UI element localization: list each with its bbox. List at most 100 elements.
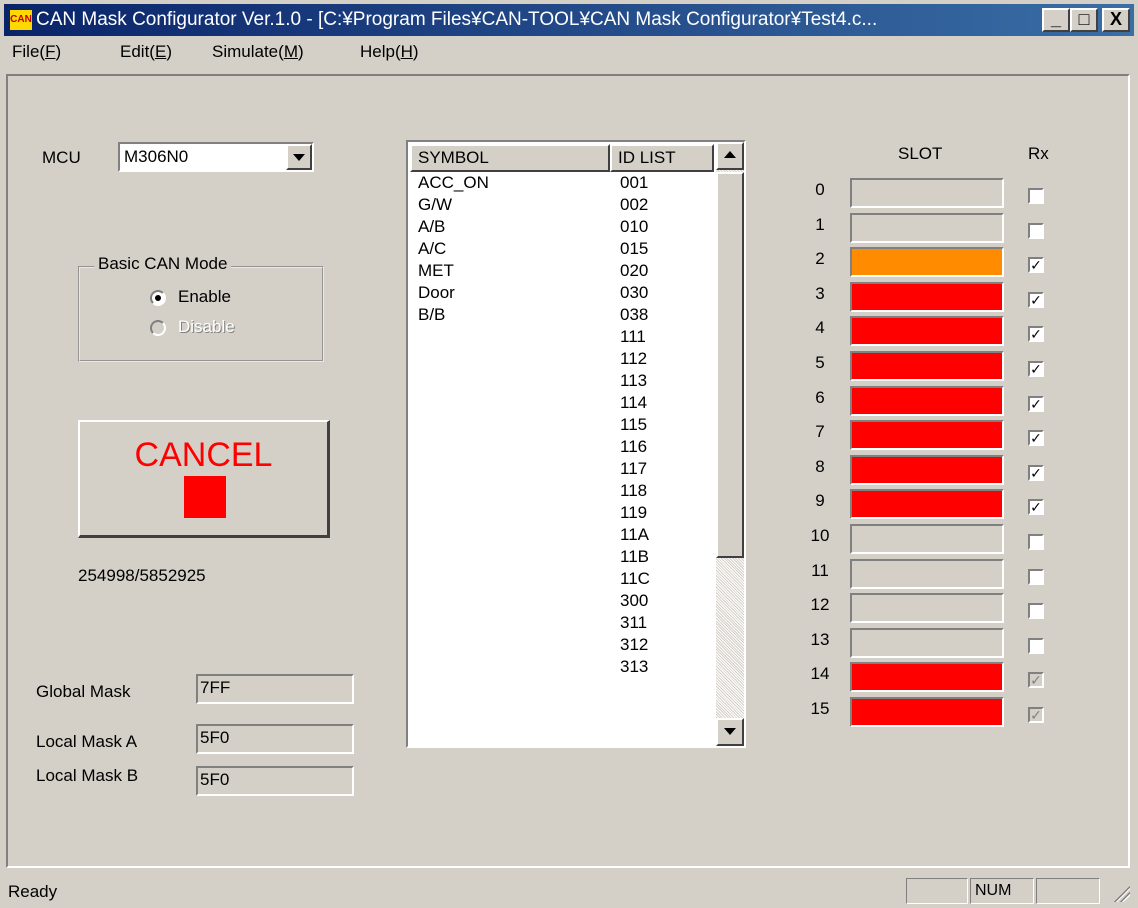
slot-number: 13 xyxy=(810,629,830,649)
id-item[interactable]: 118 xyxy=(620,480,650,502)
rx-checkbox[interactable]: ✓ xyxy=(1028,257,1044,274)
id-item[interactable]: 11B xyxy=(620,546,650,568)
app-window: CAN CAN Mask Configurator Ver.1.0 - [C:¥… xyxy=(0,0,1138,908)
id-item[interactable]: 116 xyxy=(620,436,650,458)
app-icon: CAN xyxy=(10,10,32,30)
symbol-item[interactable]: MET xyxy=(418,260,489,282)
id-column: 001 002 010 015 020 030 038 111 112 113 114 115 116 1… xyxy=(620,172,650,678)
slot-number: 6 xyxy=(815,387,825,407)
resize-grip-icon[interactable] xyxy=(1112,884,1130,902)
symbol-item[interactable]: ACC_ON xyxy=(418,172,489,194)
id-item[interactable]: 010 xyxy=(620,216,650,238)
id-item[interactable]: 111 xyxy=(620,326,650,348)
minimize-button[interactable]: _ xyxy=(1042,8,1070,32)
id-item[interactable]: 113 xyxy=(620,370,650,392)
id-item[interactable]: 117 xyxy=(620,458,650,480)
scroll-thumb[interactable] xyxy=(716,172,744,558)
slot-bar xyxy=(850,351,1004,381)
rx-checkbox[interactable]: ✓ xyxy=(1028,499,1044,516)
rx-checkbox[interactable] xyxy=(1028,222,1044,239)
slot-header: SLOT xyxy=(898,144,943,163)
id-item[interactable]: 038 xyxy=(620,304,650,326)
status-text: Ready xyxy=(8,882,58,901)
id-item[interactable]: 001 xyxy=(620,172,650,194)
local-mask-a-label: Local Mask A xyxy=(36,732,138,751)
slot-bar xyxy=(850,212,1004,243)
id-item[interactable]: 300 xyxy=(620,590,650,612)
slot-bar xyxy=(850,662,1004,693)
menu-file[interactable]: File(F) xyxy=(12,42,61,62)
slot-bar xyxy=(850,281,1004,312)
slot-number: 4 xyxy=(815,318,825,338)
local-mask-b-field[interactable]: 5F0 xyxy=(196,766,354,796)
status-bar: Ready NUM xyxy=(4,872,1134,904)
rx-checkbox[interactable] xyxy=(1028,568,1044,585)
enable-label[interactable]: Enable xyxy=(178,287,231,307)
id-item[interactable]: 002 xyxy=(620,194,650,216)
header-id-list[interactable]: ID LIST xyxy=(610,144,714,172)
slot-number: 3 xyxy=(815,283,825,303)
rx-header: Rx xyxy=(1028,144,1049,163)
local-mask-b-label: Local Mask B xyxy=(36,766,139,785)
rx-checkbox[interactable]: ✓ xyxy=(1028,361,1044,377)
scroll-up-button[interactable] xyxy=(716,142,744,170)
slot-bar xyxy=(850,697,1004,727)
slot-number: 11 xyxy=(811,560,829,580)
rx-checkbox[interactable] xyxy=(1028,534,1044,550)
id-item[interactable]: 115 xyxy=(620,414,650,436)
menu-help[interactable]: Help(H) xyxy=(360,42,419,62)
disable-radio[interactable] xyxy=(150,320,166,336)
id-item[interactable]: 020 xyxy=(620,260,650,282)
symbol-item[interactable]: G/W xyxy=(418,194,489,216)
local-mask-a-field[interactable]: 5F0 xyxy=(196,724,354,754)
global-mask-field[interactable]: 7FF xyxy=(196,674,354,704)
rx-checkbox[interactable]: ✓ xyxy=(1028,430,1044,447)
mcu-select[interactable]: M306N0 xyxy=(118,142,314,172)
header-symbol[interactable]: SYMBOL xyxy=(410,144,610,172)
mcu-dropdown-button[interactable] xyxy=(286,144,312,170)
slot-number: 9 xyxy=(815,491,825,511)
slot-bar xyxy=(850,385,1004,416)
close-button[interactable]: X xyxy=(1102,8,1130,32)
cancel-indicator-square xyxy=(184,476,226,518)
slot-number: 1 xyxy=(815,214,825,234)
rx-checkbox[interactable]: ✓ xyxy=(1028,464,1044,481)
slot-number: 14 xyxy=(810,664,830,684)
rx-checkbox[interactable]: ✓ xyxy=(1028,707,1044,723)
id-item[interactable]: 030 xyxy=(620,282,650,304)
rx-checkbox[interactable] xyxy=(1028,188,1044,204)
basic-can-group xyxy=(78,266,324,362)
slot-number: 5 xyxy=(815,353,825,372)
symbol-id-list[interactable]: SYMBOL ID LIST ACC_ON G/W A/B A/C MET Door B/B… xyxy=(406,140,746,748)
id-item[interactable]: 112 xyxy=(620,348,650,370)
rx-checkbox[interactable] xyxy=(1028,637,1044,654)
cancel-label: CANCEL xyxy=(134,436,273,474)
id-item[interactable]: 312 xyxy=(620,634,650,656)
id-item[interactable]: 015 xyxy=(620,238,650,260)
rx-checkbox[interactable]: ✓ xyxy=(1028,291,1044,308)
title-bar[interactable]: CAN CAN Mask Configurator Ver.1.0 - [C:¥… xyxy=(4,4,1134,36)
slot-bar xyxy=(850,420,1004,451)
menu-edit[interactable]: Edit(E) xyxy=(120,42,172,62)
basic-can-title: Basic CAN Mode xyxy=(94,254,232,274)
symbol-item[interactable]: A/B xyxy=(418,216,489,238)
menu-simulate[interactable]: Simulate(M) xyxy=(212,42,304,62)
rx-checkbox[interactable] xyxy=(1028,603,1044,620)
symbol-item[interactable]: Door xyxy=(418,282,489,304)
maximize-button[interactable]: □ xyxy=(1070,8,1098,32)
enable-radio[interactable] xyxy=(150,290,166,306)
rx-checkbox[interactable]: ✓ xyxy=(1028,395,1044,412)
disable-label[interactable]: Disable xyxy=(178,317,235,337)
id-item[interactable]: 11A xyxy=(620,524,650,546)
id-item[interactable]: 119 xyxy=(620,502,650,524)
rx-checkbox[interactable]: ✓ xyxy=(1028,672,1044,689)
symbol-item[interactable]: A/C xyxy=(418,238,489,260)
symbol-item[interactable]: B/B xyxy=(418,304,489,326)
rx-checkbox[interactable]: ✓ xyxy=(1028,326,1044,343)
scroll-down-button[interactable] xyxy=(716,718,744,746)
id-item[interactable]: 11C xyxy=(620,568,650,590)
id-item[interactable]: 313 xyxy=(620,656,650,678)
cancel-button[interactable]: CANCEL xyxy=(78,420,330,538)
id-item[interactable]: 114 xyxy=(620,392,650,414)
id-item[interactable]: 311 xyxy=(620,612,650,634)
